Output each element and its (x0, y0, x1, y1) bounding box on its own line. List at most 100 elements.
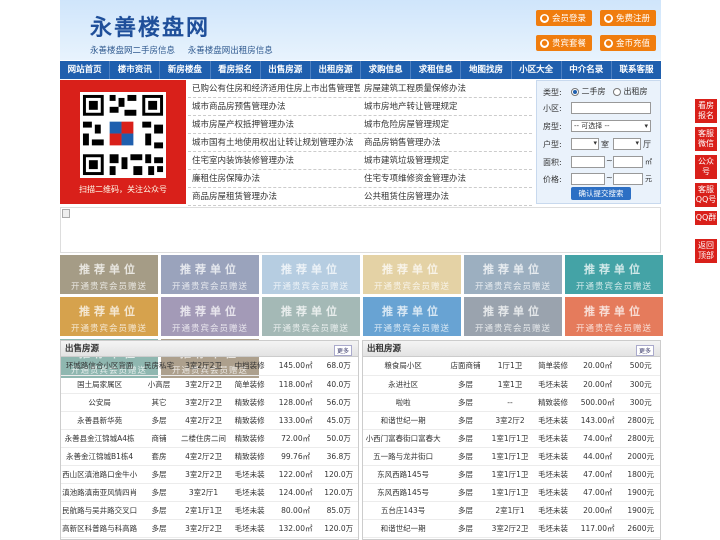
table-cell: 东风西路145号 (363, 483, 444, 502)
policy-link[interactable]: 城市房地产转让管理规定 (360, 98, 532, 115)
table-cell: 多层 (443, 393, 488, 412)
policy-link[interactable]: 已购公有住房和经济适用住房上市出售管理暂 (188, 80, 360, 97)
area-label: 面积: (543, 158, 562, 167)
chevron-down-icon: ▾ (644, 122, 648, 130)
policy-link[interactable]: 城市房屋产权抵押管理办法 (188, 116, 360, 133)
table-row[interactable]: 永善县金江锦城A4栋 商铺 二楼住房二间 精致装修 72.00㎡ 50.0万 (61, 429, 358, 448)
table-cell: 精致装修 (227, 393, 272, 412)
recommended-unit-tile[interactable]: 推荐单位开通贵宾会员赠送 (161, 255, 259, 294)
price-min-input[interactable] (571, 173, 605, 185)
recommended-unit-tile[interactable]: 推荐单位开通贵宾会员赠送 (464, 297, 562, 336)
housetype-select[interactable]: -- 可选择 -- ▾ (571, 120, 651, 132)
recommended-unit-tile[interactable]: 推荐单位开通贵宾会员赠送 (262, 297, 360, 336)
nav-sale[interactable]: 出售房源 (261, 61, 311, 79)
table-cell: 永善县新华苑 (61, 411, 139, 430)
hall-select[interactable]: ▾ (613, 138, 641, 150)
float-qq-group[interactable]: QQ群 (695, 211, 717, 225)
search-submit-button[interactable]: 确认提交搜索 (571, 187, 631, 200)
table-row[interactable]: 国土局家属区 小高层 3室2厅2卫 简单装修 118.00㎡ 40.0万 (61, 375, 358, 394)
table-row[interactable]: 小西门富春街口富春大 多层 1室1厅1卫 毛坯未装 74.00㎡ 2800元 (363, 429, 660, 448)
nav-contact[interactable]: 联系客服 (612, 61, 661, 79)
recommended-unit-tile[interactable]: 推荐单位开通贵宾会员赠送 (363, 255, 461, 294)
area-max-input[interactable] (613, 156, 643, 168)
policy-link[interactable]: 城市国有土地使用权出让转让规划管理办法 (188, 134, 360, 151)
vip-package-button[interactable]: ● 贵宾套餐 (536, 35, 593, 51)
nav-map[interactable]: 地图找房 (461, 61, 512, 79)
table-row[interactable]: 永进社区 多层 1室1卫 毛坯未装 20.00㎡ 300元 (363, 375, 660, 394)
nav-wanted-buy[interactable]: 求购信息 (361, 61, 412, 79)
nav-news[interactable]: 楼市资讯 (110, 61, 161, 79)
float-service-wechat[interactable]: 客服微信 (695, 127, 717, 151)
nav-new-houses[interactable]: 新房楼盘 (160, 61, 211, 79)
policy-link[interactable]: 商品房销售管理办法 (360, 134, 532, 151)
table-row[interactable]: 东风西路145号 多层 1室1厅1卫 毛坯未装 47.00㎡ 1900元 (363, 483, 660, 502)
price-max-input[interactable] (613, 173, 643, 185)
table-cell: 40.0万 (319, 375, 358, 394)
policy-link[interactable]: 房屋建筑工程质量保修办法 (360, 80, 532, 97)
radio-sale[interactable]: 二手房 (571, 86, 606, 97)
table-row[interactable]: 环城路信合小区背面 民房私宅 3室2厅2卫 中档装修 145.00㎡ 68.0万 (61, 357, 358, 376)
table-row[interactable]: 永善县新华苑 多层 4室2厅2卫 精致装修 133.00㎡ 45.0万 (61, 411, 358, 430)
tile-caption: 开通贵宾会员赠送 (373, 282, 450, 292)
recommended-unit-tile[interactable]: 推荐单位开通贵宾会员赠送 (60, 255, 158, 294)
table-row[interactable]: 民航路与吴井路交叉口 多层 2室1厅1卫 毛坯未装 80.00㎡ 85.0万 (61, 501, 358, 520)
table-cell: 20.00㎡ (573, 375, 622, 394)
table-cell: 多层 (138, 519, 180, 538)
table-row[interactable]: 五台庄143号 多层 2室1厅1 毛坯未装 20.00㎡ 1900元 (363, 501, 660, 520)
nav-home[interactable]: 网站首页 (60, 61, 111, 79)
recommended-unit-tile[interactable]: 推荐单位开通贵宾会员赠送 (565, 297, 663, 336)
rent-more-link[interactable]: 更多 (635, 345, 654, 356)
float-back-to-top[interactable]: 返回顶部 (695, 239, 717, 263)
policy-link[interactable]: 公共租赁住房管理办法 (360, 188, 532, 205)
table-cell: 公安局 (61, 393, 139, 412)
policy-row: 已购公有住房和经济适用住房上市出售管理暂 房屋建筑工程质量保修办法 (188, 80, 532, 98)
recommended-unit-tile[interactable]: 推荐单位开通贵宾会员赠送 (161, 297, 259, 336)
recommended-unit-tile[interactable]: 推荐单位开通贵宾会员赠送 (565, 255, 663, 294)
sale-more-link[interactable]: 更多 (333, 345, 352, 356)
table-cell: 118.00㎡ (271, 375, 320, 394)
nav-communities[interactable]: 小区大全 (512, 61, 562, 79)
recommended-unit-tile[interactable]: 推荐单位开通贵宾会员赠送 (262, 255, 360, 294)
policy-link[interactable]: 城市商品房预售管理办法 (188, 98, 360, 115)
recommended-unit-tile[interactable]: 推荐单位开通贵宾会员赠送 (363, 297, 461, 336)
float-service-qq[interactable]: 客服QQ号 (695, 183, 717, 207)
login-button[interactable]: ● 会员登录 (536, 10, 593, 26)
table-row[interactable]: 东风西路145号 多层 1室1厅1卫 毛坯未装 47.00㎡ 1800元 (363, 465, 660, 484)
radio-rent[interactable]: 出租房 (613, 86, 648, 97)
policy-link[interactable]: 住宅室内装饰装修管理办法 (188, 152, 360, 169)
policy-link[interactable]: 住宅专项维修资金管理办法 (360, 170, 532, 187)
qr-panel: 扫描二维码，关注公众号 (60, 80, 186, 204)
table-row[interactable]: 粮食局小区 店面商铺 1厅1卫 简单装修 20.00㎡ 500元 (363, 357, 660, 376)
recommended-unit-tile[interactable]: 推荐单位开通贵宾会员赠送 (60, 297, 158, 336)
table-row[interactable]: 西山区滇池路口金牛小 多层 3室2厅2卫 毛坯未装 122.00㎡ 120.0万 (61, 465, 358, 484)
float-official-account[interactable]: 公众号 (695, 155, 717, 179)
table-row[interactable]: 公安局 其它 3室2厅2卫 精致装修 128.00㎡ 56.0万 (61, 393, 358, 412)
nav-rent[interactable]: 出租房源 (311, 61, 362, 79)
policy-link[interactable]: 商品房屋租赁管理办法 (188, 188, 360, 205)
community-input[interactable] (571, 102, 651, 114)
table-cell: 毛坯未装 (532, 375, 574, 394)
policy-link[interactable]: 城市建筑垃圾管理规定 (360, 152, 532, 169)
policy-link[interactable]: 廉租住房保障办法 (188, 170, 360, 187)
table-row[interactable]: 啦啦 多层 -- 精致装修 500.00㎡ 300元 (363, 393, 660, 412)
table-row[interactable]: 和谐世纪一期 多层 3室2厅2卫 毛坯未装 117.00㎡ 2600元 (363, 519, 660, 538)
room-select[interactable]: ▾ (571, 138, 599, 150)
table-row[interactable]: 五一路与龙井街口 多层 1室1厅1卫 毛坯未装 44.00㎡ 2000元 (363, 447, 660, 466)
table-row[interactable]: 高新区科普路与科高路 多层 3室2厅2卫 毛坯未装 132.00㎡ 120.0万 (61, 519, 358, 538)
register-button[interactable]: ● 免费注册 (600, 10, 657, 26)
recommended-unit-tile[interactable]: 推荐单位开通贵宾会员赠送 (464, 255, 562, 294)
table-cell: 其它 (138, 393, 180, 412)
nav-wanted-rent[interactable]: 求租信息 (411, 61, 462, 79)
policy-link[interactable]: 城市危险房屋管理规定 (360, 116, 532, 133)
table-cell: 120.0万 (319, 519, 358, 538)
area-min-input[interactable] (571, 156, 605, 168)
table-row[interactable]: 永善金江锦城B1栋4 套房 4室2厅2卫 精致装修 99.76㎡ 36.8万 (61, 447, 358, 466)
site-title[interactable]: 永善楼盘网 (90, 10, 210, 42)
ad-banner[interactable] (60, 207, 661, 253)
float-viewing-signup[interactable]: 看房报名 (695, 99, 717, 123)
table-row[interactable]: 滇池路滇南亚风情四肖 多层 3室2厅1 毛坯未装 124.00㎡ 120.0万 (61, 483, 358, 502)
nav-agencies[interactable]: 中介名录 (562, 61, 612, 79)
recharge-button[interactable]: ● 金币充值 (600, 35, 657, 51)
table-row[interactable]: 和谐世纪一期 多层 3室2厅2 毛坯未装 143.00㎡ 2800元 (363, 411, 660, 430)
nav-viewing-signup[interactable]: 看房报名 (211, 61, 261, 79)
